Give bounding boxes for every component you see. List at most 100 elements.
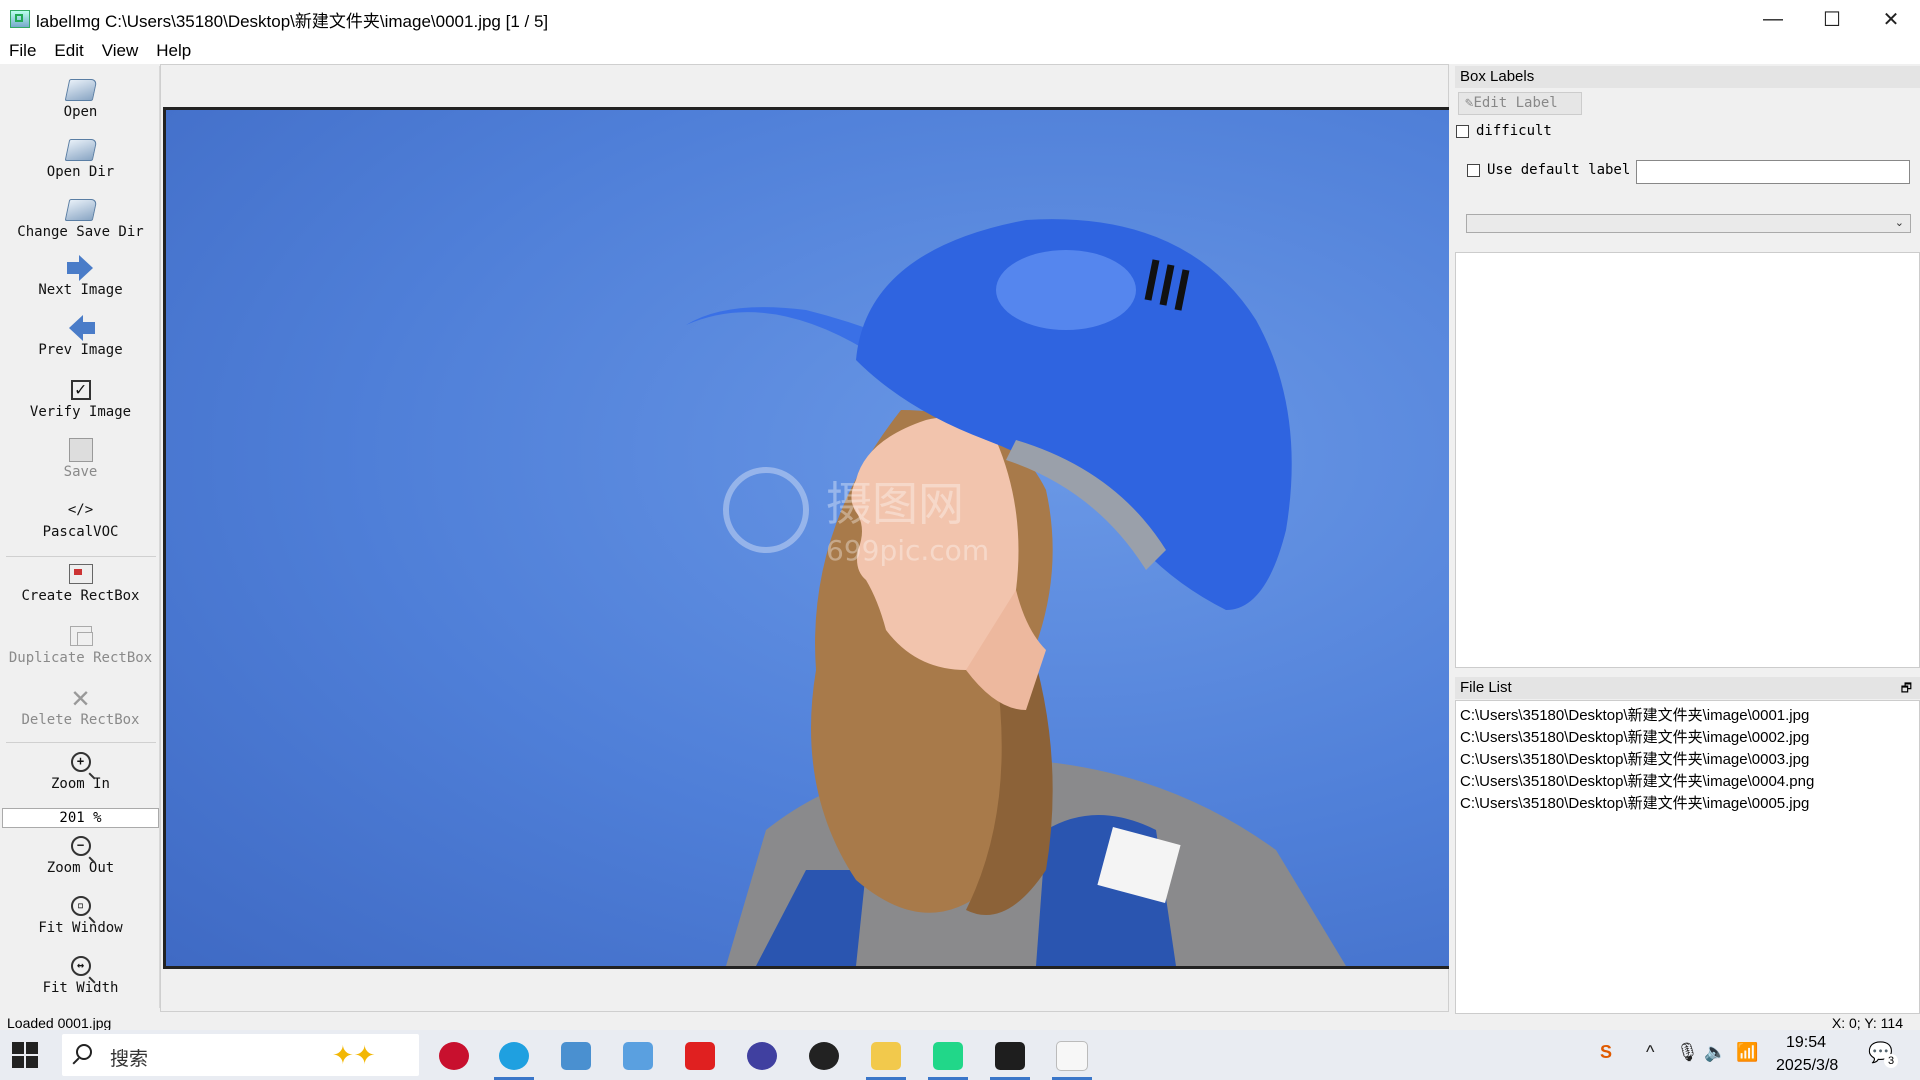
- delete-rectbox-button[interactable]: ✕ Delete RectBox: [2, 683, 159, 729]
- taskbar-app-desktop[interactable]: [612, 1036, 664, 1076]
- next-image-button[interactable]: Next Image: [2, 254, 159, 298]
- duplicate-rectbox-button[interactable]: Duplicate RectBox: [2, 622, 159, 666]
- taskbar-app-obs[interactable]: [798, 1036, 850, 1076]
- sparkle-icon[interactable]: ✦✦: [332, 1040, 376, 1071]
- minimize-icon: —: [1763, 7, 1783, 30]
- taskbar-app-edge[interactable]: [488, 1036, 540, 1080]
- format-toggle-button[interactable]: </> PascalVOC: [2, 496, 159, 540]
- menu-file[interactable]: File: [0, 41, 45, 61]
- maximize-button[interactable]: ☐: [1803, 0, 1861, 38]
- image-canvas[interactable]: 摄图网 699pic.com: [163, 107, 1449, 969]
- verify-image-button[interactable]: ✓ Verify Image: [2, 376, 159, 420]
- next-arrow-icon: [66, 255, 93, 281]
- document-icon: [1056, 1041, 1088, 1071]
- zoom-in-button[interactable]: + Zoom In: [2, 748, 159, 792]
- open-button[interactable]: Open: [2, 76, 159, 120]
- use-default-label-checkbox[interactable]: [1467, 164, 1480, 177]
- use-default-label-text: Use default label: [1487, 162, 1631, 178]
- difficult-checkbox[interactable]: [1456, 125, 1469, 138]
- ime-sogou-icon[interactable]: S: [1600, 1042, 1612, 1063]
- obs-icon: [809, 1042, 839, 1070]
- close-button[interactable]: ✕: [1862, 0, 1920, 38]
- status-message: Loaded 0001.jpg: [7, 1015, 112, 1030]
- label-combobox[interactable]: ⌄: [1466, 214, 1911, 233]
- windows-start-button[interactable]: [12, 1042, 38, 1068]
- menu-edit[interactable]: Edit: [45, 41, 92, 61]
- cursor-coordinates: X: 0; Y: 114: [1831, 1015, 1903, 1030]
- close-icon: ✕: [1882, 8, 1900, 31]
- clock-date[interactable]: 2025/3/8: [1776, 1057, 1838, 1075]
- create-rectbox-button[interactable]: Create RectBox: [2, 560, 159, 604]
- taskbar-app-wps[interactable]: [674, 1036, 726, 1076]
- difficult-label: difficult: [1476, 123, 1552, 139]
- fit-width-icon: ↔: [70, 956, 91, 976]
- taskbar-app-file-explorer[interactable]: [860, 1036, 912, 1080]
- clock-time[interactable]: 19:54: [1786, 1034, 1826, 1052]
- file-list-item[interactable]: C:\Users\35180\Desktop\新建文件夹\image\0001.…: [1456, 705, 1919, 727]
- dictionary-icon: [747, 1042, 777, 1070]
- zoom-value-field[interactable]: 201 %: [2, 808, 159, 828]
- code-format-icon: </>: [67, 502, 94, 518]
- taskbar-app-dictionary[interactable]: [736, 1036, 788, 1076]
- open-dir-label: Open Dir: [46, 164, 115, 180]
- chevron-up-icon[interactable]: ^: [1646, 1042, 1654, 1063]
- menu-help[interactable]: Help: [147, 41, 200, 61]
- edit-label-button[interactable]: ✎Edit Label: [1458, 92, 1582, 115]
- fit-width-label: Fit Width: [42, 980, 119, 996]
- taskbar-app-terminal[interactable]: [984, 1036, 1036, 1080]
- box-label-list[interactable]: [1455, 252, 1920, 668]
- notification-button[interactable]: 💬 3: [1868, 1040, 1898, 1068]
- microphone-icon[interactable]: 🎙: [1676, 1042, 1699, 1063]
- fit-width-button[interactable]: ↔ Fit Width: [2, 952, 159, 996]
- duplicate-icon: [69, 626, 93, 646]
- taskbar-app-pycharm[interactable]: [922, 1036, 974, 1080]
- file-list-item[interactable]: C:\Users\35180\Desktop\新建文件夹\image\0003.…: [1456, 749, 1919, 771]
- file-list-item[interactable]: C:\Users\35180\Desktop\新建文件夹\image\0002.…: [1456, 727, 1919, 749]
- duplicate-rectbox-label: Duplicate RectBox: [8, 650, 153, 666]
- taskbar-search-box[interactable]: 搜索 ✦✦: [62, 1034, 419, 1076]
- default-label-input[interactable]: [1636, 160, 1910, 184]
- search-icon: [76, 1044, 92, 1060]
- taskbar-app-control-panel[interactable]: [550, 1036, 602, 1076]
- format-label: PascalVOC: [42, 524, 119, 540]
- zoom-out-button[interactable]: − Zoom Out: [2, 832, 159, 876]
- taskbar-app-labelimg[interactable]: [1046, 1036, 1098, 1080]
- change-save-dir-folder-icon: [64, 199, 97, 221]
- fit-window-button[interactable]: ▫ Fit Window: [2, 892, 159, 936]
- create-rectbox-label: Create RectBox: [21, 588, 140, 604]
- open-dir-button[interactable]: Open Dir: [2, 136, 159, 180]
- file-list-item[interactable]: C:\Users\35180\Desktop\新建文件夹\image\0004.…: [1456, 771, 1919, 793]
- prev-image-button[interactable]: Prev Image: [2, 314, 159, 358]
- pycharm-icon: [933, 1042, 963, 1070]
- delete-rectbox-label: Delete RectBox: [21, 712, 140, 728]
- minimize-button[interactable]: —: [1744, 0, 1802, 38]
- maximize-icon: ☐: [1823, 8, 1841, 31]
- desktop-app-icon: [623, 1042, 653, 1070]
- watermark-text-en: 699pic.com: [826, 534, 989, 567]
- save-label: Save: [63, 464, 98, 480]
- prev-image-label: Prev Image: [38, 342, 123, 358]
- undock-icon[interactable]: 🗗: [1901, 677, 1912, 699]
- file-list[interactable]: C:\Users\35180\Desktop\新建文件夹\image\0001.…: [1455, 700, 1920, 1014]
- zoom-in-icon: +: [70, 752, 91, 772]
- edge-browser-icon: [499, 1042, 529, 1070]
- save-button[interactable]: Save: [2, 436, 159, 480]
- change-save-dir-button[interactable]: Change Save Dir: [2, 196, 159, 240]
- notification-count: 3: [1884, 1054, 1898, 1068]
- speaker-icon[interactable]: 🔈: [1704, 1042, 1726, 1063]
- next-image-label: Next Image: [38, 282, 123, 298]
- watermark-text-cn: 摄图网: [826, 477, 964, 531]
- taskbar-app-record[interactable]: [428, 1036, 480, 1076]
- network-icon[interactable]: 📶: [1736, 1042, 1758, 1063]
- chevron-down-icon: ⌄: [1894, 217, 1904, 229]
- left-toolbar: Open Open Dir Change Save Dir Next Image…: [2, 66, 160, 1008]
- zoom-out-label: Zoom Out: [46, 860, 115, 876]
- wps-icon: [685, 1042, 715, 1070]
- file-list-item[interactable]: C:\Users\35180\Desktop\新建文件夹\image\0005.…: [1456, 793, 1919, 815]
- title-bar: labelImg C:\Users\35180\Desktop\新建文件夹\im…: [0, 0, 1920, 38]
- toolbar-separator: [6, 742, 156, 743]
- worker-photo: 摄图网 699pic.com: [686, 219, 1346, 966]
- menu-view[interactable]: View: [93, 41, 148, 61]
- change-save-dir-label: Change Save Dir: [17, 224, 144, 240]
- save-disk-icon: [68, 438, 93, 462]
